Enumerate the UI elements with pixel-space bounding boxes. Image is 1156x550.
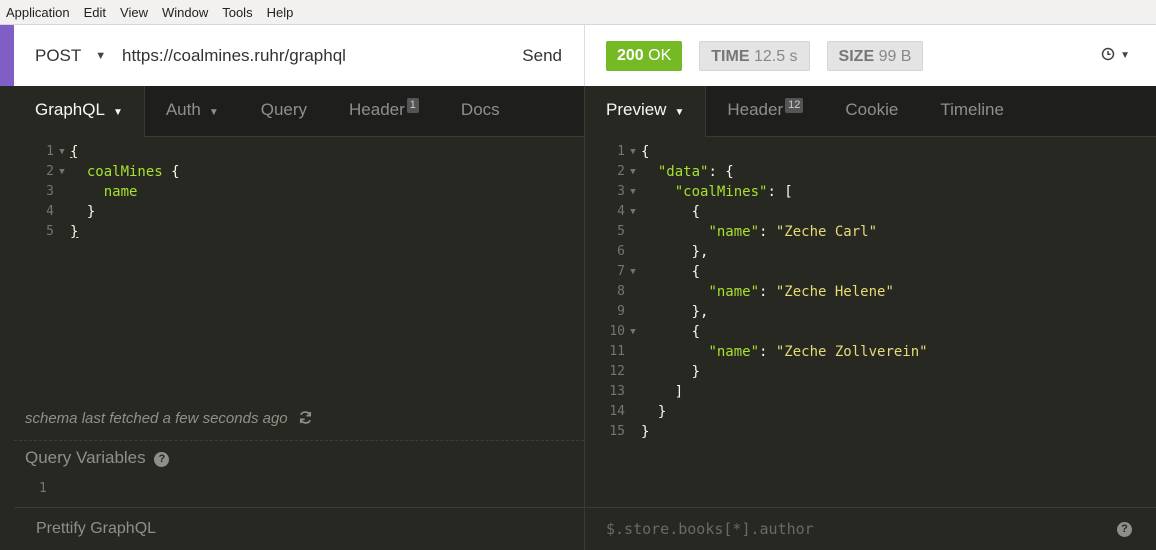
method-dropdown[interactable]: POST ▼ <box>14 46 122 66</box>
code-line: 1 ▼{ <box>46 142 79 162</box>
time-value: 12.5 s <box>753 47 798 65</box>
tab-query[interactable]: Query <box>240 86 328 137</box>
request-pane: GraphQL ▼ Auth ▼ Query Header 1 Docs 1 ▼{ 2 ▼… <box>14 86 585 550</box>
code-line: 2 ▼ coalMines { <box>46 162 180 182</box>
help-icon[interactable]: ? <box>154 452 170 467</box>
tab-timeline-label: Timeline <box>940 100 1004 119</box>
fold-arrow-icon[interactable]: ▼ <box>625 262 641 282</box>
code-line: 3 name <box>46 184 138 200</box>
code-line: 6 }, <box>617 244 709 260</box>
schema-status-text: schema last fetched a few seconds ago <box>25 410 288 427</box>
fold-arrow-icon[interactable]: ▼ <box>625 162 641 182</box>
menu-application[interactable]: Application <box>6 0 70 25</box>
prettify-graphql-button[interactable]: Prettify GraphQL <box>36 520 156 538</box>
code-line: 5 "name": "Zeche Carl" <box>617 224 878 240</box>
code-line: 4 ▼ { <box>617 202 701 222</box>
query-variables-title: Query Variables <box>25 448 146 467</box>
code-line: 4 } <box>46 204 96 220</box>
clock-icon <box>1101 47 1115 65</box>
tab-cookie[interactable]: Cookie <box>824 86 919 137</box>
divider <box>14 440 584 441</box>
fold-arrow-icon[interactable]: ▼ <box>54 142 70 162</box>
code-line: 12 } <box>609 364 701 380</box>
chevron-down-icon: ▼ <box>95 49 107 62</box>
tab-timeline[interactable]: Timeline <box>919 86 1025 137</box>
refresh-icon[interactable] <box>298 410 313 427</box>
menu-help[interactable]: Help <box>267 0 294 25</box>
tab-graphql-label: GraphQL <box>35 100 105 119</box>
code-line: 7 ▼ { <box>617 262 701 282</box>
graphql-editor[interactable]: 1 ▼{ 2 ▼ coalMines { 3 name 4 } 5} <box>14 142 584 242</box>
tab-header-label: Header <box>349 100 405 119</box>
time-badge: TIME 12.5 s <box>699 40 810 71</box>
chevron-down-icon: ▼ <box>674 107 685 118</box>
menubar: Application Edit View Window Tools Help <box>0 0 1156 25</box>
menu-window[interactable]: Window <box>162 0 208 25</box>
fold-arrow-icon[interactable]: ▼ <box>625 202 641 222</box>
code-line: 5} <box>46 224 79 240</box>
fold-arrow-icon[interactable]: ▼ <box>625 182 641 202</box>
menu-edit[interactable]: Edit <box>84 0 106 25</box>
code-line: 15} <box>609 424 650 440</box>
chevron-down-icon: ▼ <box>112 107 123 118</box>
size-value: 99 B <box>878 47 912 65</box>
query-variables-editor[interactable]: 1 <box>39 481 47 496</box>
tab-graphql[interactable]: GraphQL ▼ <box>14 86 145 137</box>
code-line: 9 }, <box>617 304 709 320</box>
response-status-bar: 200 OK TIME 12.5 s SIZE 99 B ▼ <box>585 25 1156 86</box>
status-badge: 200 OK <box>606 40 683 71</box>
header-count-badge: 1 <box>406 98 419 113</box>
tab-response-header[interactable]: Header 12 <box>706 86 824 137</box>
fold-arrow-icon[interactable]: ▼ <box>625 142 641 162</box>
code-line: 13 ] <box>609 384 684 400</box>
response-tabs: Preview ▼ Header 12 Cookie Timeline <box>585 86 1156 137</box>
response-footer: $.store.books[*].author ? <box>585 507 1156 550</box>
size-label: SIZE <box>838 47 875 65</box>
workspace-accent-strip <box>0 25 14 86</box>
tab-header[interactable]: Header 1 <box>328 86 440 137</box>
request-footer: Prettify GraphQL <box>14 507 584 550</box>
code-line: 3 ▼ "coalMines": [ <box>617 182 793 202</box>
header-count-badge: 12 <box>785 98 804 113</box>
response-preview: 1 ▼{ 2 ▼ "data": { 3 ▼ "coalMines": [ 4 ▼ { … <box>585 142 1156 442</box>
help-icon[interactable]: ? <box>1117 522 1132 537</box>
method-label: POST <box>35 45 82 65</box>
fold-arrow-icon[interactable]: ▼ <box>625 322 641 342</box>
query-variables-header: Query Variables ? <box>25 448 170 468</box>
tab-docs-label: Docs <box>460 100 500 119</box>
tab-preview-label: Preview <box>606 100 667 119</box>
url-input[interactable]: https://coalmines.ruhr/graphql <box>122 46 522 66</box>
response-filter-input[interactable]: $.store.books[*].author <box>606 520 814 538</box>
response-pane: Preview ▼ Header 12 Cookie Timeline 1 ▼{ 2 ▼… <box>585 86 1156 550</box>
menu-view[interactable]: View <box>120 0 148 25</box>
tab-auth-label: Auth <box>165 100 201 119</box>
tab-response-header-label: Header <box>727 100 784 119</box>
history-dropdown[interactable]: ▼ <box>1101 47 1130 65</box>
request-url-bar: POST ▼ https://coalmines.ruhr/graphql Se… <box>14 25 585 86</box>
status-code: 200 <box>617 46 644 64</box>
schema-status: schema last fetched a few seconds ago <box>25 410 313 427</box>
code-line: 11 "name": "Zeche Zollverein" <box>609 344 928 360</box>
code-line: 8 "name": "Zeche Helene" <box>617 284 894 300</box>
send-button[interactable]: Send <box>522 46 584 66</box>
fold-arrow-icon[interactable]: ▼ <box>54 162 70 182</box>
code-line: 1 ▼{ <box>617 142 650 162</box>
tab-preview[interactable]: Preview ▼ <box>585 86 707 137</box>
code-line: 10 ▼ { <box>609 322 701 342</box>
tab-cookie-label: Cookie <box>845 100 899 119</box>
tab-auth[interactable]: Auth ▼ <box>145 86 240 137</box>
tab-docs[interactable]: Docs <box>440 86 521 137</box>
time-label: TIME <box>711 47 750 65</box>
size-badge: SIZE 99 B <box>826 40 924 71</box>
code-line: 2 ▼ "data": { <box>617 162 734 182</box>
menu-tools[interactable]: Tools <box>222 0 252 25</box>
status-text: OK <box>648 46 672 64</box>
code-line: 14 } <box>609 404 667 420</box>
chevron-down-icon: ▼ <box>208 107 219 118</box>
chevron-down-icon: ▼ <box>1120 50 1130 61</box>
tab-query-label: Query <box>260 100 308 119</box>
request-tabs: GraphQL ▼ Auth ▼ Query Header 1 Docs <box>14 86 584 137</box>
